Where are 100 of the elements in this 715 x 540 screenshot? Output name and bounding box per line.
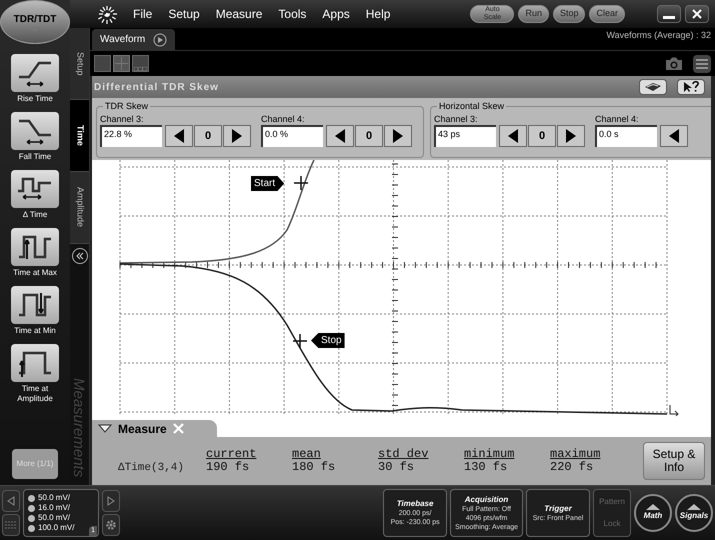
measure-tab[interactable]: Measure xyxy=(92,420,217,437)
measurement-label: Time at Amplitude xyxy=(16,384,54,404)
increment-button[interactable] xyxy=(557,125,585,147)
left-arrow-icon xyxy=(668,128,680,144)
menu-item[interactable]: Help xyxy=(366,5,390,23)
control-button[interactable]: Run xyxy=(518,5,549,23)
layout-button[interactable] xyxy=(2,514,20,536)
menu-item[interactable]: File xyxy=(133,5,152,23)
waveform-tab[interactable]: Waveform xyxy=(92,29,176,50)
channel-scale: 50.0 mV/ xyxy=(38,493,70,503)
menu-item[interactable]: Apps xyxy=(322,5,350,23)
menu-icon xyxy=(696,58,708,68)
menu-item[interactable]: Measure xyxy=(216,5,262,23)
close-button[interactable] xyxy=(685,5,709,23)
decrement-button[interactable] xyxy=(660,125,688,147)
control-button[interactable]: Clear xyxy=(589,5,625,23)
dialog-title: Differential TDR Skew xyxy=(94,80,219,94)
setup-info-button[interactable]: Setup & Info xyxy=(643,442,705,480)
crosshair-icon xyxy=(294,176,308,190)
skew-input[interactable]: 43 ps xyxy=(434,125,496,147)
left-arrow-icon xyxy=(173,128,185,144)
decrement-button[interactable] xyxy=(165,125,193,147)
decrement-button[interactable] xyxy=(326,125,354,147)
measurement-name: ΔTime(3,4) xyxy=(118,460,186,476)
stat-header: minimum xyxy=(464,448,516,461)
grid-icon xyxy=(115,57,128,70)
context-help-button[interactable] xyxy=(677,79,705,95)
help-book-button[interactable] xyxy=(639,79,667,95)
measurement-label: Time at Min xyxy=(13,326,57,336)
minimize-button[interactable] xyxy=(657,5,681,23)
grid-dots-icon xyxy=(5,521,17,529)
channel-dot-icon xyxy=(28,514,35,522)
skew-input[interactable]: 0.0 % xyxy=(261,125,323,147)
channel-scale: 50.0 mV/ xyxy=(38,513,70,523)
left-triangle-icon xyxy=(7,496,15,506)
control-button[interactable]: Stop xyxy=(552,5,586,23)
stacked-icon xyxy=(134,67,147,71)
end-marker-icon xyxy=(670,404,679,416)
measurement-button[interactable] xyxy=(11,170,59,208)
scroll-right-button[interactable] xyxy=(102,490,120,512)
round-panel-button[interactable]: Math xyxy=(634,494,672,532)
scroll-left-button[interactable] xyxy=(2,490,20,512)
play-icon xyxy=(153,32,168,46)
measurement-label: Time at Max xyxy=(12,268,58,278)
waveform-count: Waveforms (Average) : 32 xyxy=(606,29,711,42)
side-tab[interactable]: Setup xyxy=(70,28,89,100)
zero-button[interactable]: 0 xyxy=(528,125,556,147)
channel-label: Channel 4: xyxy=(261,113,306,125)
up-triangle-icon xyxy=(646,504,660,510)
measurement-button[interactable] xyxy=(11,344,59,382)
menu-item[interactable]: Tools xyxy=(278,5,306,23)
zero-button[interactable]: 0 xyxy=(194,125,222,147)
stat-header: mean xyxy=(292,448,322,461)
collapse-button[interactable] xyxy=(72,248,88,264)
status-panel-title: Trigger xyxy=(544,504,572,514)
stat-value: 180 fs xyxy=(292,461,336,474)
skew-input[interactable]: 0.0 s xyxy=(595,125,657,147)
camera-icon[interactable] xyxy=(665,56,683,70)
measurement-label: Fall Time xyxy=(18,152,52,162)
channel-label: Channel 4: xyxy=(595,113,640,125)
settings-button[interactable] xyxy=(102,514,120,536)
measurement-button[interactable] xyxy=(11,112,59,150)
measurement-button[interactable] xyxy=(11,286,59,324)
zero-button[interactable]: 0 xyxy=(355,125,383,147)
stat-header: maximum xyxy=(550,448,602,461)
up-triangle-icon xyxy=(687,504,701,510)
pointer-help-icon xyxy=(682,81,700,93)
left-arrow-icon xyxy=(334,128,346,144)
sparkle-logo-icon xyxy=(95,3,119,25)
stat-value: 130 fs xyxy=(464,461,508,474)
round-panel-button[interactable]: Signals xyxy=(675,494,713,532)
side-tab[interactable]: Time xyxy=(70,100,89,172)
side-tab[interactable]: Amplitude xyxy=(70,172,89,244)
double-chevron-icon xyxy=(76,252,84,260)
stat-value: 190 fs xyxy=(206,461,250,474)
collapse-triangle-icon xyxy=(98,424,112,433)
status-panel-title: Timebase xyxy=(396,499,434,509)
app-logo[interactable]: TDR/TDT xyxy=(0,0,70,44)
left-arrow-icon xyxy=(507,128,519,144)
right-arrow-icon xyxy=(231,128,243,144)
settings-icon xyxy=(105,519,117,531)
skew-input[interactable]: 22.8 % xyxy=(100,125,162,147)
increment-button[interactable] xyxy=(384,125,412,147)
channel-dot-icon xyxy=(28,494,35,502)
right-triangle-icon xyxy=(107,496,115,506)
decrement-button[interactable] xyxy=(499,125,527,147)
stat-value: 30 fs xyxy=(378,461,416,474)
menu-item[interactable]: Setup xyxy=(168,5,200,23)
minimize-icon xyxy=(663,16,675,19)
marker-tag: Stop xyxy=(311,333,345,348)
close-icon xyxy=(692,9,702,19)
stat-header: std dev xyxy=(378,448,430,461)
channel-label: Channel 3: xyxy=(100,113,145,125)
group-title: Horizontal Skew xyxy=(437,101,506,112)
channel-scale: 16.0 mV/ xyxy=(38,503,70,513)
increment-button[interactable] xyxy=(223,125,251,147)
measurement-button[interactable] xyxy=(11,54,59,92)
measurement-label: Rise Time xyxy=(16,94,54,104)
measurement-button[interactable] xyxy=(11,228,59,266)
menu-button[interactable] xyxy=(693,54,711,72)
